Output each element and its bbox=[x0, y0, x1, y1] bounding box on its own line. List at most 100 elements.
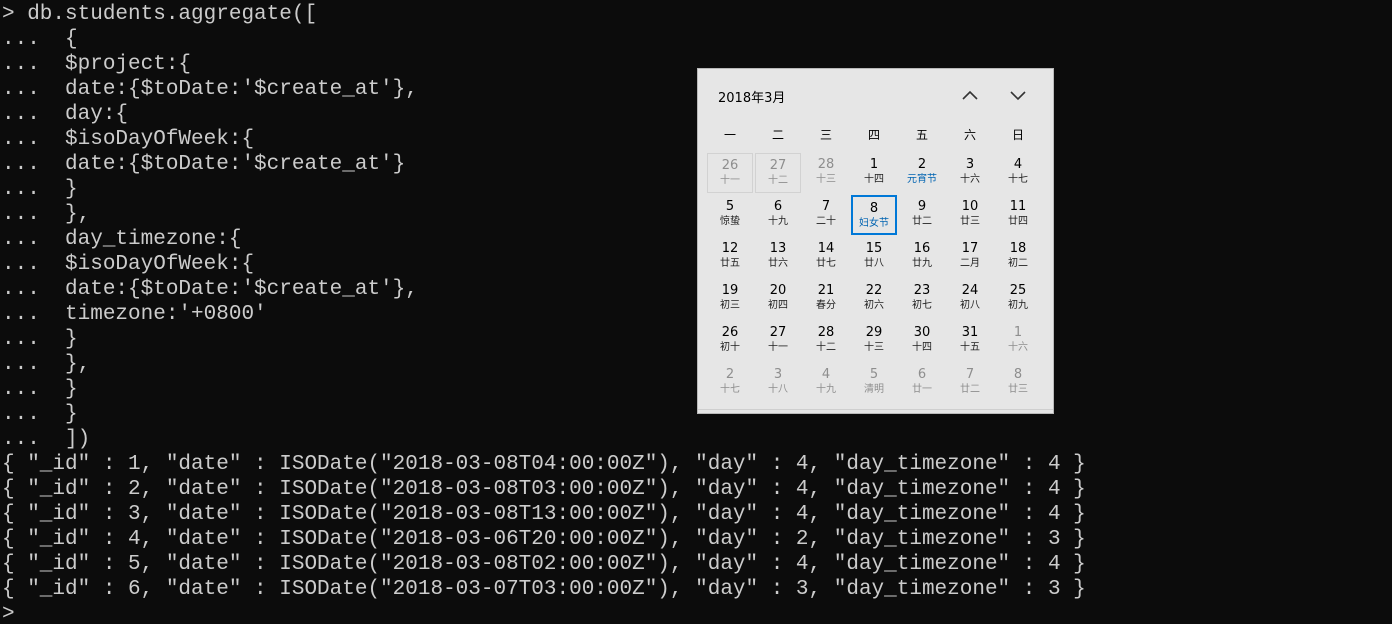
day-number: 6 bbox=[773, 199, 783, 214]
lunar-date-label: 十七 bbox=[1008, 174, 1028, 185]
calendar-day-today[interactable]: 8 妇女节 bbox=[851, 195, 897, 235]
calendar-day[interactable]: 9 廿二 bbox=[899, 195, 945, 235]
calendar-day[interactable]: 5 惊蛰 bbox=[707, 195, 753, 235]
weekday-header-row: 一二三四五六日 bbox=[706, 126, 1042, 146]
lunar-date-label: 廿一 bbox=[912, 384, 932, 395]
calendar-day[interactable]: 17 二月 bbox=[947, 237, 993, 277]
day-number: 6 bbox=[917, 367, 927, 382]
day-number: 8 bbox=[1013, 367, 1023, 382]
lunar-date-label: 廿六 bbox=[768, 258, 788, 269]
terminal-line: ... } bbox=[2, 378, 78, 401]
chevron-up-icon[interactable] bbox=[958, 83, 982, 107]
calendar-day-grid: 26 十一 27 十二 28 十三 1 十四 2 元宵节 3 十六 4 十七 5 惊蛰 6 十九 7 二十 8 妇女节 9 廿… bbox=[706, 153, 1042, 405]
weekday-label: 三 bbox=[819, 128, 832, 142]
terminal-line: ... date:{$toDate:'$create_at'}, bbox=[2, 278, 418, 301]
calendar-day[interactable]: 31 十五 bbox=[947, 321, 993, 361]
lunar-date-label: 十四 bbox=[912, 342, 932, 353]
lunar-date-label: 十六 bbox=[1008, 342, 1028, 353]
calendar-day[interactable]: 10 廿三 bbox=[947, 195, 993, 235]
calendar-day[interactable]: 2 元宵节 bbox=[899, 153, 945, 193]
calendar-day[interactable]: 12 廿五 bbox=[707, 237, 753, 277]
calendar-day[interactable]: 25 初九 bbox=[995, 279, 1041, 319]
calendar-day[interactable]: 11 廿四 bbox=[995, 195, 1041, 235]
calendar-day[interactable]: 27 十二 bbox=[755, 153, 801, 193]
terminal-line: ... } bbox=[2, 328, 78, 351]
calendar-day[interactable]: 7 二十 bbox=[803, 195, 849, 235]
lunar-date-label: 廿二 bbox=[960, 384, 980, 395]
calendar-day[interactable]: 3 十六 bbox=[947, 153, 993, 193]
day-number: 29 bbox=[865, 325, 883, 340]
calendar-day[interactable]: 20 初四 bbox=[755, 279, 801, 319]
day-number: 5 bbox=[869, 367, 879, 382]
lunar-date-label: 廿三 bbox=[960, 216, 980, 227]
divider bbox=[698, 409, 1053, 410]
day-number: 23 bbox=[913, 283, 931, 298]
day-number: 28 bbox=[817, 157, 835, 172]
day-number: 10 bbox=[961, 199, 979, 214]
calendar-day[interactable]: 1 十四 bbox=[851, 153, 897, 193]
chevron-down-icon[interactable] bbox=[1006, 83, 1030, 107]
calendar-day[interactable]: 3 十八 bbox=[755, 363, 801, 403]
lunar-date-label: 初七 bbox=[912, 300, 932, 311]
calendar-day[interactable]: 4 十七 bbox=[995, 153, 1041, 193]
terminal-window[interactable]: > db.students.aggregate([... {... $proje… bbox=[0, 0, 1392, 624]
calendar-day[interactable]: 24 初八 bbox=[947, 279, 993, 319]
calendar-day[interactable]: 16 廿九 bbox=[899, 237, 945, 277]
calendar-day[interactable]: 2 十七 bbox=[707, 363, 753, 403]
calendar-day[interactable]: 4 十九 bbox=[803, 363, 849, 403]
lunar-date-label: 初三 bbox=[720, 300, 740, 311]
weekday-label: 日 bbox=[1011, 128, 1024, 142]
calendar-day[interactable]: 5 清明 bbox=[851, 363, 897, 403]
calendar-day[interactable]: 28 十三 bbox=[803, 153, 849, 193]
calendar-month-label[interactable]: 2018年3月 bbox=[718, 87, 785, 106]
calendar-day[interactable]: 22 初六 bbox=[851, 279, 897, 319]
terminal-line: ... ]) bbox=[2, 428, 91, 451]
lunar-date-label: 妇女节 bbox=[859, 218, 889, 229]
terminal-line: { "_id" : 4, "date" : ISODate("2018-03-0… bbox=[2, 528, 1086, 551]
lunar-date-label: 清明 bbox=[864, 384, 884, 395]
day-number: 25 bbox=[1009, 283, 1027, 298]
calendar-day[interactable]: 26 十一 bbox=[707, 153, 753, 193]
day-number: 7 bbox=[965, 367, 975, 382]
calendar-day[interactable]: 8 廿三 bbox=[995, 363, 1041, 403]
calendar-day[interactable]: 23 初七 bbox=[899, 279, 945, 319]
weekday-label: 六 bbox=[963, 128, 976, 142]
command-prompt: > bbox=[2, 603, 15, 624]
lunar-date-label: 十九 bbox=[768, 216, 788, 227]
lunar-date-label: 初二 bbox=[1008, 258, 1028, 269]
calendar-day[interactable]: 15 廿八 bbox=[851, 237, 897, 277]
terminal-line: ... $isoDayOfWeek:{ bbox=[2, 253, 255, 276]
day-number: 19 bbox=[721, 283, 739, 298]
day-number: 22 bbox=[865, 283, 883, 298]
lunar-date-label: 十二 bbox=[816, 342, 836, 353]
calendar-day[interactable]: 7 廿二 bbox=[947, 363, 993, 403]
day-number: 31 bbox=[961, 325, 979, 340]
terminal-line: { "_id" : 1, "date" : ISODate("2018-03-0… bbox=[2, 453, 1086, 476]
day-number: 24 bbox=[961, 283, 979, 298]
calendar-day[interactable]: 19 初三 bbox=[707, 279, 753, 319]
calendar-day[interactable]: 29 十三 bbox=[851, 321, 897, 361]
calendar-day[interactable]: 14 廿七 bbox=[803, 237, 849, 277]
calendar-day[interactable]: 13 廿六 bbox=[755, 237, 801, 277]
terminal-line: ... $isoDayOfWeek:{ bbox=[2, 128, 255, 151]
day-number: 12 bbox=[721, 241, 739, 256]
calendar-day[interactable]: 26 初十 bbox=[707, 321, 753, 361]
calendar-day[interactable]: 27 十一 bbox=[755, 321, 801, 361]
terminal-line: ... } bbox=[2, 178, 78, 201]
terminal-line: { "_id" : 5, "date" : ISODate("2018-03-0… bbox=[2, 553, 1086, 576]
day-number: 14 bbox=[817, 241, 835, 256]
day-number: 8 bbox=[869, 201, 879, 216]
calendar-day[interactable]: 6 十九 bbox=[755, 195, 801, 235]
calendar-day[interactable]: 30 十四 bbox=[899, 321, 945, 361]
lunar-date-label: 十七 bbox=[720, 384, 740, 395]
calendar-day[interactable]: 6 廿一 bbox=[899, 363, 945, 403]
day-number: 27 bbox=[769, 158, 787, 173]
day-number: 11 bbox=[1009, 199, 1027, 214]
calendar-day[interactable]: 1 十六 bbox=[995, 321, 1041, 361]
weekday-label: 四 bbox=[867, 128, 880, 142]
calendar-day[interactable]: 21 春分 bbox=[803, 279, 849, 319]
lunar-date-label: 廿四 bbox=[1008, 216, 1028, 227]
day-number: 9 bbox=[917, 199, 927, 214]
calendar-day[interactable]: 18 初二 bbox=[995, 237, 1041, 277]
calendar-day[interactable]: 28 十二 bbox=[803, 321, 849, 361]
